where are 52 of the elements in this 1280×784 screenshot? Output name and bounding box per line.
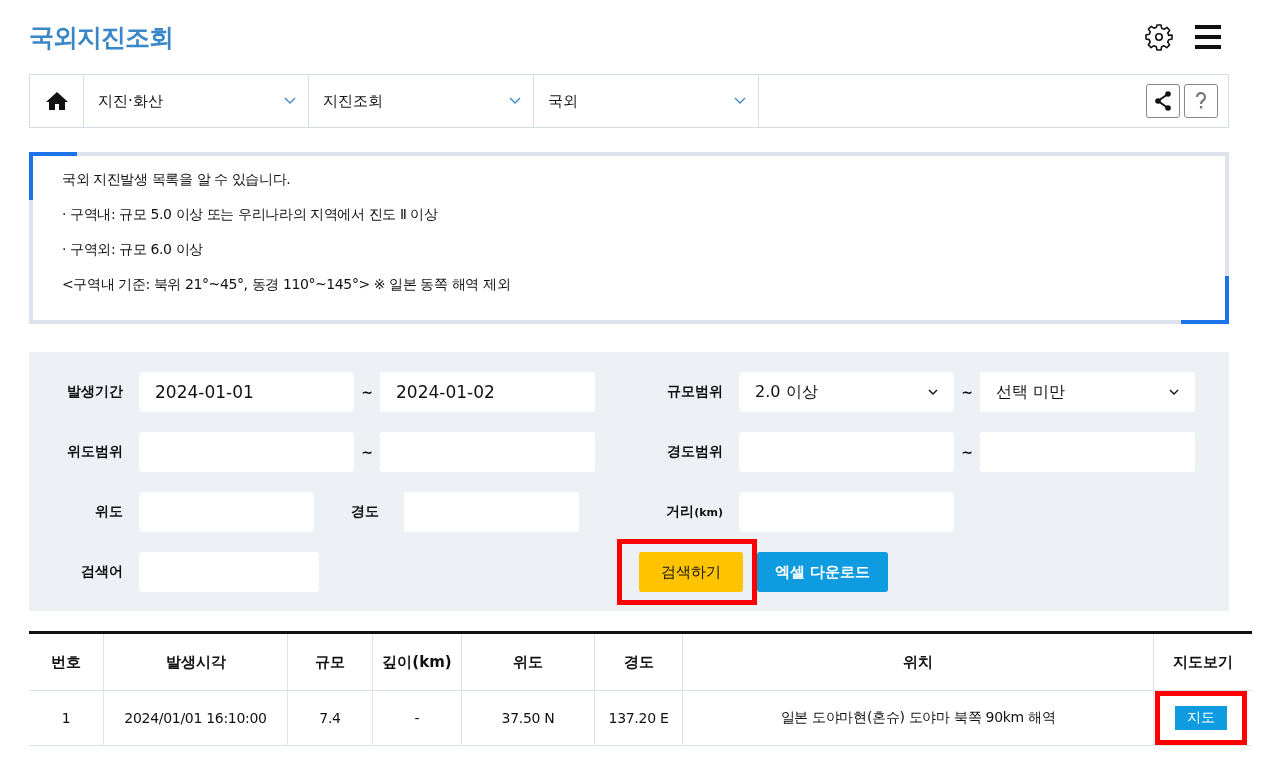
info-text: 국외 지진발생 목록을 알 수 있습니다. [62,170,292,188]
table-cell: 7.4 [287,690,373,746]
dropdown-field[interactable]: 선택 미만 [980,372,1195,412]
info-text: <구역내 기준: 북위 21°~45°, 동경 110°~145°> ※ 일본 동쪽 해역 제외 [62,275,512,293]
table-cell: 37.50 N [461,690,595,746]
chevron-down-icon [928,389,938,395]
field-label: 검색어 [80,563,123,581]
column-header: 깊이(km) [372,632,462,691]
field-label: 규모범위 [666,383,723,401]
home-icon [45,91,68,111]
table-cell: 일본 도야마현(혼슈) 도야마 북쪽 90km 해역 [682,690,1154,746]
page-title: 국외지진조회 [29,21,173,54]
range-separator: ~ [360,384,374,400]
table-cell: 1 [29,690,104,746]
date-field[interactable]: 2024-01-01 [139,372,354,412]
settings-icon[interactable] [1145,23,1173,51]
table-cell: - [372,690,462,746]
field-label: 경도범위 [666,443,723,461]
column-header: 위도 [461,632,595,691]
range-separator: ~ [360,444,374,460]
corner-accent [1181,276,1229,324]
column-header: 번호 [29,632,104,691]
info-text: · 구역외: 규모 6.0 이상 [62,240,204,258]
breadcrumb-dropdown[interactable]: 지진·화산 [84,75,309,127]
table-cell: 137.20 E [594,690,683,746]
menu-icon[interactable] [1195,24,1221,50]
dropdown-field[interactable]: 2.0 이상 [739,372,954,412]
column-header: 발생시각 [103,632,288,691]
column-header: 위치 [682,632,1154,691]
info-text: · 구역내: 규모 5.0 이상 또는 우리나라의 지역에서 진도 Ⅱ 이상 [62,205,439,223]
search-button[interactable]: 검색하기 [639,552,743,592]
field-label: 위도범위 [66,443,123,461]
share-icon [1154,91,1172,111]
column-header: 규모 [287,632,373,691]
help-icon[interactable] [1184,84,1218,118]
table-cell: 2024/01/01 16:10:00 [103,690,288,746]
field-label: 경도 [350,503,379,521]
field-label: 거리(km) [665,503,723,521]
chevron-down-icon [284,97,296,105]
range-separator: ~ [960,384,974,400]
share-button[interactable] [1146,84,1180,118]
chevron-down-icon [734,97,746,105]
column-header: 경도 [594,632,683,691]
chevron-down-icon [509,97,521,105]
range-separator: ~ [960,444,974,460]
field-label: 발생기간 [66,383,123,401]
date-field[interactable]: 2024-01-02 [380,372,595,412]
breadcrumb-dropdown[interactable]: 지진조회 [309,75,534,127]
column-header: 지도보기 [1153,632,1252,691]
chevron-down-icon [1169,389,1179,395]
field-label: 위도 [94,503,123,521]
breadcrumb-dropdown[interactable]: 국외 [534,75,759,127]
